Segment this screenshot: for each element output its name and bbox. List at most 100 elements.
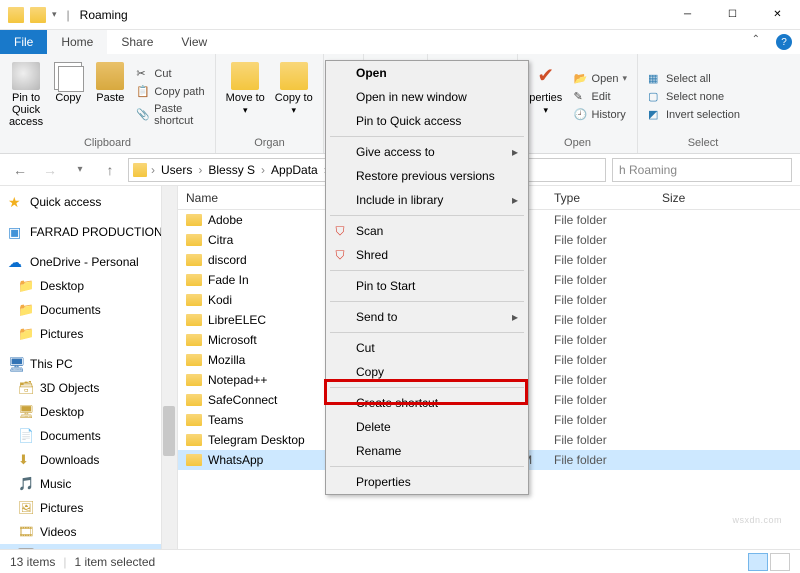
collapse-ribbon-icon[interactable]: ⌃ bbox=[752, 34, 760, 45]
ctx-pin-quick-access[interactable]: Pin to Quick access bbox=[326, 109, 528, 133]
music-icon: 🎵 bbox=[18, 476, 34, 492]
sidebar-onedrive[interactable]: ☁OneDrive - Personal bbox=[0, 250, 177, 274]
copy-to-icon bbox=[280, 62, 308, 90]
edit-button[interactable]: ✎Edit bbox=[572, 89, 629, 105]
close-button[interactable]: ✕ bbox=[755, 0, 800, 30]
move-to-button[interactable]: Move to▾ bbox=[224, 58, 267, 135]
ctx-give-access-to[interactable]: Give access to▸ bbox=[326, 140, 528, 164]
invert-selection-button[interactable]: ◩Invert selection bbox=[646, 107, 742, 123]
sidebar-desktop[interactable]: 🖥Desktop bbox=[0, 400, 177, 424]
sidebar-onedrive-desktop[interactable]: 📁Desktop bbox=[0, 274, 177, 298]
nav-recent-button[interactable]: ▾ bbox=[68, 158, 92, 182]
ribbon-tabs: File Home Share View ⌃ ? bbox=[0, 30, 800, 54]
sidebar-music[interactable]: 🎵Music bbox=[0, 472, 177, 496]
col-size[interactable]: Size bbox=[654, 191, 724, 205]
file-type: File folder bbox=[546, 373, 654, 387]
file-type: File folder bbox=[546, 293, 654, 307]
minimize-button[interactable]: ─ bbox=[665, 0, 710, 30]
desktop-icon: 🖥 bbox=[18, 404, 34, 420]
tab-file[interactable]: File bbox=[0, 30, 47, 54]
ctx-scan[interactable]: ⛉Scan bbox=[326, 219, 528, 243]
tab-share[interactable]: Share bbox=[107, 30, 167, 54]
crumb-appdata[interactable]: AppData bbox=[269, 163, 320, 177]
sidebar-quick-access[interactable]: ★Quick access bbox=[0, 190, 177, 214]
copy-path-button[interactable]: 📋Copy path bbox=[134, 84, 207, 100]
paste-shortcut-icon: 📎 bbox=[136, 108, 150, 122]
search-input[interactable]: h Roaming bbox=[612, 158, 792, 182]
ctx-properties[interactable]: Properties bbox=[326, 470, 528, 494]
folder-icon: 📁 bbox=[18, 302, 34, 318]
ctx-include-in-library[interactable]: Include in library▸ bbox=[326, 188, 528, 212]
paste-button[interactable]: Paste bbox=[92, 58, 128, 135]
view-large-icons-button[interactable] bbox=[770, 553, 790, 571]
sidebar-onedrive-documents[interactable]: 📁Documents bbox=[0, 298, 177, 322]
copy-to-button[interactable]: Copy to▾ bbox=[273, 58, 316, 135]
select-none-button[interactable]: ▢Select none bbox=[646, 89, 742, 105]
address-folder-icon bbox=[133, 163, 147, 177]
open-button[interactable]: 📂Open▾ bbox=[572, 71, 629, 87]
qat-dropdown-icon[interactable]: ▾ bbox=[52, 9, 57, 20]
ctx-cut[interactable]: Cut bbox=[326, 336, 528, 360]
checkmark-icon: ✔ bbox=[532, 62, 560, 90]
history-button[interactable]: 🕘History bbox=[572, 107, 629, 123]
tab-view[interactable]: View bbox=[167, 30, 221, 54]
file-name: discord bbox=[208, 253, 247, 267]
file-name: Mozilla bbox=[208, 353, 245, 367]
ctx-rename[interactable]: Rename bbox=[326, 439, 528, 463]
star-icon: ★ bbox=[8, 194, 24, 210]
nav-forward-button[interactable]: → bbox=[38, 158, 62, 182]
file-name: SafeConnect bbox=[208, 393, 277, 407]
file-type: File folder bbox=[546, 413, 654, 427]
file-name: Fade In bbox=[208, 273, 249, 287]
view-details-button[interactable] bbox=[748, 553, 768, 571]
nav-up-button[interactable]: ↑ bbox=[98, 158, 122, 182]
maximize-button[interactable]: ☐ bbox=[710, 0, 755, 30]
shield-icon: ⛉ bbox=[332, 247, 348, 263]
sidebar-pictures[interactable]: 🖼Pictures bbox=[0, 496, 177, 520]
ctx-create-shortcut[interactable]: Create shortcut bbox=[326, 391, 528, 415]
sidebar-3d-objects[interactable]: 🗃3D Objects bbox=[0, 376, 177, 400]
cut-button[interactable]: ✂Cut bbox=[134, 66, 207, 82]
sidebar-scrollbar[interactable] bbox=[161, 186, 177, 549]
paste-shortcut-button[interactable]: 📎Paste shortcut bbox=[134, 102, 207, 128]
ctx-send-to[interactable]: Send to▸ bbox=[326, 305, 528, 329]
folder-icon bbox=[186, 374, 202, 386]
app-icon bbox=[8, 7, 24, 23]
pictures-icon: 🖼 bbox=[18, 500, 34, 516]
sidebar-onedrive-pictures[interactable]: 📁Pictures bbox=[0, 322, 177, 346]
status-selected-count: 1 item selected bbox=[74, 555, 155, 569]
tab-home[interactable]: Home bbox=[47, 30, 107, 54]
folder-icon bbox=[186, 294, 202, 306]
ctx-restore-previous-versions[interactable]: Restore previous versions bbox=[326, 164, 528, 188]
file-name: Microsoft bbox=[208, 333, 257, 347]
sidebar-videos[interactable]: 🎞Videos bbox=[0, 520, 177, 544]
file-name: LibreELEC bbox=[208, 313, 266, 327]
ctx-pin-to-start[interactable]: Pin to Start bbox=[326, 274, 528, 298]
ctx-delete[interactable]: Delete bbox=[326, 415, 528, 439]
edit-icon: ✎ bbox=[574, 90, 588, 104]
folder-icon bbox=[186, 234, 202, 246]
properties-button[interactable]: ✔ perties▾ bbox=[526, 58, 566, 135]
file-name: Notepad++ bbox=[208, 373, 267, 387]
sidebar-documents[interactable]: 📄Documents bbox=[0, 424, 177, 448]
open-icon: 📂 bbox=[574, 72, 588, 86]
ctx-shred[interactable]: ⛉Shred bbox=[326, 243, 528, 267]
sidebar-farrad-production[interactable]: ▣FARRAD PRODUCTION bbox=[0, 220, 177, 244]
ctx-open-new-window[interactable]: Open in new window bbox=[326, 85, 528, 109]
context-menu: Open Open in new window Pin to Quick acc… bbox=[325, 60, 529, 495]
sidebar-downloads[interactable]: ⬇Downloads bbox=[0, 448, 177, 472]
folder-icon bbox=[186, 434, 202, 446]
ctx-copy[interactable]: Copy bbox=[326, 360, 528, 384]
crumb-user[interactable]: Blessy S bbox=[206, 163, 257, 177]
folder-icon bbox=[186, 334, 202, 346]
sidebar-this-pc[interactable]: 🖥This PC bbox=[0, 352, 177, 376]
help-icon[interactable]: ? bbox=[776, 34, 792, 50]
select-all-button[interactable]: ▦Select all bbox=[646, 71, 742, 87]
col-type[interactable]: Type bbox=[546, 191, 654, 205]
ctx-open[interactable]: Open bbox=[326, 61, 528, 85]
nav-back-button[interactable]: ← bbox=[8, 158, 32, 182]
copy-button[interactable]: Copy bbox=[50, 58, 86, 135]
crumb-users[interactable]: Users bbox=[159, 163, 194, 177]
navigation-pane[interactable]: ★Quick access ▣FARRAD PRODUCTION ☁OneDri… bbox=[0, 186, 178, 549]
pin-to-quick-access-button[interactable]: Pin to Quick access bbox=[8, 58, 44, 135]
